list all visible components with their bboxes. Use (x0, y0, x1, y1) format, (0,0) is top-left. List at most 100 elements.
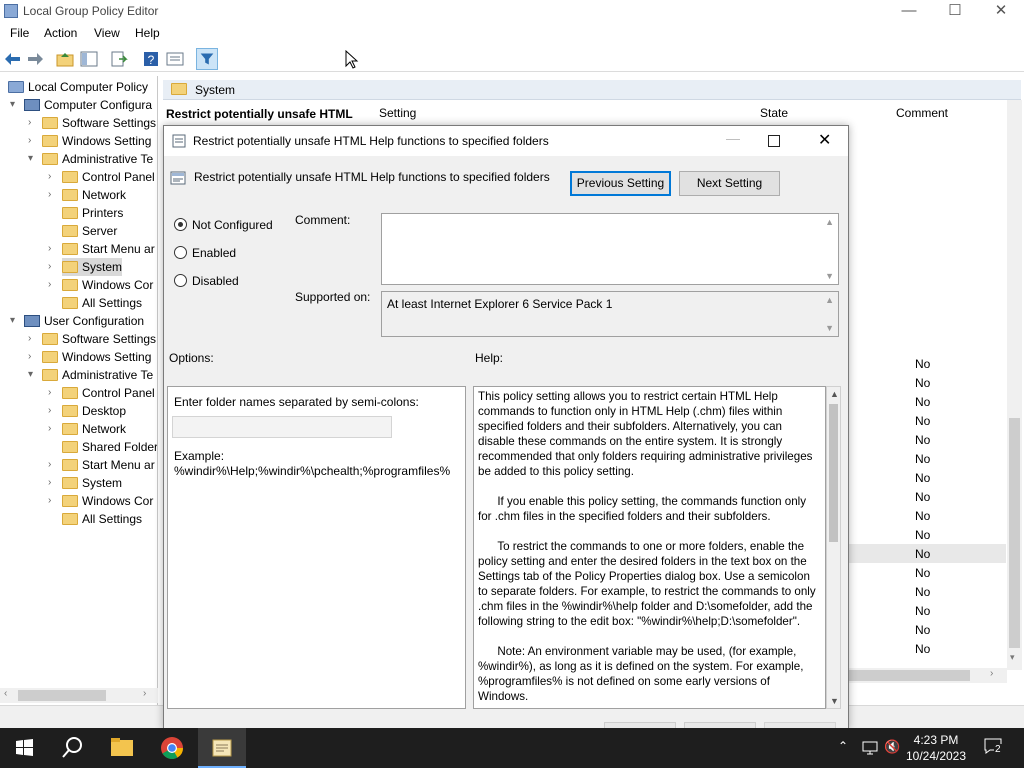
help-scroll-thumb[interactable] (829, 404, 838, 542)
scroll-up-icon[interactable]: ▲ (830, 389, 839, 399)
clock[interactable]: 4:23 PM 10/24/2023 (898, 732, 974, 764)
collapsed-arrow-icon[interactable]: › (48, 402, 58, 420)
properties-icon[interactable] (166, 50, 184, 68)
collapsed-arrow-icon[interactable]: › (48, 420, 58, 438)
tree-item[interactable]: All Settings (62, 510, 142, 528)
radio-not-configured[interactable]: Not Configured (174, 218, 273, 232)
dialog-close-button[interactable]: ✕ (818, 130, 831, 150)
scroll-left-icon[interactable]: ‹ (4, 688, 7, 699)
close-button[interactable]: ✕ (978, 0, 1024, 24)
tree-item[interactable]: › Software Settings (28, 330, 156, 348)
tree-item[interactable]: › Control Panel (48, 168, 155, 186)
collapsed-arrow-icon[interactable]: › (48, 168, 58, 186)
tree-item[interactable]: ▾ Administrative Te (28, 366, 153, 384)
column-setting[interactable]: Setting (379, 106, 416, 120)
comment-cell[interactable]: No (915, 490, 930, 504)
tree-item[interactable]: › Network (48, 186, 126, 204)
scroll-up-icon[interactable]: ▲ (825, 217, 834, 227)
menu-view[interactable]: View (94, 26, 120, 40)
tree-item[interactable]: Shared Folder (62, 438, 157, 456)
scroll-down-icon[interactable]: ▼ (825, 323, 834, 333)
comment-cell[interactable]: No (915, 357, 930, 371)
collapsed-arrow-icon[interactable]: › (48, 492, 58, 510)
comment-textarea[interactable]: ▲ ▼ (381, 213, 839, 285)
previous-setting-button[interactable]: Previous Setting (570, 171, 671, 196)
search-icon[interactable] (48, 728, 96, 768)
collapsed-arrow-icon[interactable]: › (48, 186, 58, 204)
scroll-down-icon[interactable]: ▼ (825, 271, 834, 281)
details-hscroll-thumb[interactable] (830, 670, 970, 681)
tree-item[interactable]: › Start Menu ar (48, 456, 155, 474)
tree-item[interactable]: Printers (62, 204, 123, 222)
dialog-maximize-button[interactable] (768, 135, 780, 147)
comment-cell[interactable]: No (915, 623, 930, 637)
collapsed-arrow-icon[interactable]: › (28, 330, 38, 348)
filter-icon[interactable] (196, 48, 218, 70)
tree-item[interactable]: › Windows Setting (28, 348, 151, 366)
tree-item[interactable]: › Windows Cor (48, 276, 153, 294)
collapsed-arrow-icon[interactable]: › (28, 348, 38, 366)
column-state[interactable]: State (760, 106, 788, 120)
expanded-arrow-icon[interactable]: ▾ (10, 312, 20, 330)
collapsed-arrow-icon[interactable]: › (48, 240, 58, 258)
up-folder-icon[interactable] (56, 50, 74, 68)
expanded-arrow-icon[interactable]: ▾ (28, 150, 38, 168)
comment-cell[interactable]: No (915, 414, 930, 428)
comment-cell[interactable]: No (915, 604, 930, 618)
show-hidden-icons-icon[interactable]: ⌃ (838, 739, 848, 753)
tree-item[interactable]: › Windows Cor (48, 492, 153, 510)
tree-item[interactable]: ▾ Computer Configura (10, 96, 152, 114)
tree-item[interactable]: › Desktop (48, 402, 126, 420)
comment-cell[interactable]: No (915, 471, 930, 485)
collapsed-arrow-icon[interactable]: › (28, 132, 38, 150)
comment-cell[interactable]: No (915, 452, 930, 466)
comment-cell[interactable]: No (915, 376, 930, 390)
network-icon[interactable] (862, 740, 878, 756)
scroll-up-icon[interactable]: ▲ (825, 295, 834, 305)
minimize-button[interactable]: — (886, 0, 932, 24)
next-setting-button[interactable]: Next Setting (679, 171, 780, 196)
comment-cell[interactable]: No (915, 509, 930, 523)
help-icon[interactable]: ? (142, 50, 160, 68)
column-comment[interactable]: Comment (896, 106, 948, 120)
expanded-arrow-icon[interactable]: ▾ (28, 366, 38, 384)
comment-cell[interactable]: No (915, 547, 930, 561)
radio-disabled[interactable]: Disabled (174, 274, 239, 288)
collapsed-arrow-icon[interactable]: › (48, 384, 58, 402)
expanded-arrow-icon[interactable]: ▾ (10, 96, 20, 114)
tree-item[interactable]: All Settings (62, 294, 142, 312)
menu-action[interactable]: Action (44, 26, 77, 40)
tree-scroll-thumb[interactable] (18, 690, 106, 701)
notification-center-icon[interactable]: 2 (984, 738, 1006, 756)
collapsed-arrow-icon[interactable]: › (28, 114, 38, 132)
details-scroll-thumb[interactable] (1009, 418, 1020, 648)
comment-cell[interactable]: No (915, 585, 930, 599)
tree-item[interactable]: ▾ User Configuration (10, 312, 144, 330)
comment-cell[interactable]: No (915, 566, 930, 580)
tree-item[interactable]: › Network (48, 420, 126, 438)
tree-item[interactable]: Server (62, 222, 117, 240)
tree-item[interactable]: › Control Panel (48, 384, 155, 402)
tree-root[interactable]: Local Computer Policy (8, 78, 148, 96)
menu-help[interactable]: Help (135, 26, 160, 40)
forward-icon[interactable] (26, 50, 44, 68)
tree-item[interactable]: ▾ Administrative Te (28, 150, 153, 168)
scroll-right-icon[interactable]: › (990, 668, 993, 679)
maximize-button[interactable]: ☐ (932, 0, 978, 24)
collapsed-arrow-icon[interactable]: › (48, 276, 58, 294)
comment-cell[interactable]: No (915, 642, 930, 656)
collapsed-arrow-icon[interactable]: › (48, 474, 58, 492)
radio-enabled[interactable]: Enabled (174, 246, 236, 260)
export-list-icon[interactable] (110, 50, 128, 68)
tree-item[interactable]: › System (48, 474, 122, 492)
tree-item[interactable]: › Windows Setting (28, 132, 151, 150)
tree-item[interactable]: › System (48, 258, 123, 276)
policy-editor-taskbar-button[interactable] (198, 728, 246, 768)
back-icon[interactable] (4, 50, 22, 68)
comment-cell[interactable]: No (915, 395, 930, 409)
folder-names-input[interactable] (172, 416, 392, 438)
show-hide-tree-icon[interactable] (80, 50, 98, 68)
scroll-down-icon[interactable]: ▼ (830, 696, 839, 706)
comment-cell[interactable]: No (915, 528, 930, 542)
tree-item[interactable]: › Software Settings (28, 114, 156, 132)
